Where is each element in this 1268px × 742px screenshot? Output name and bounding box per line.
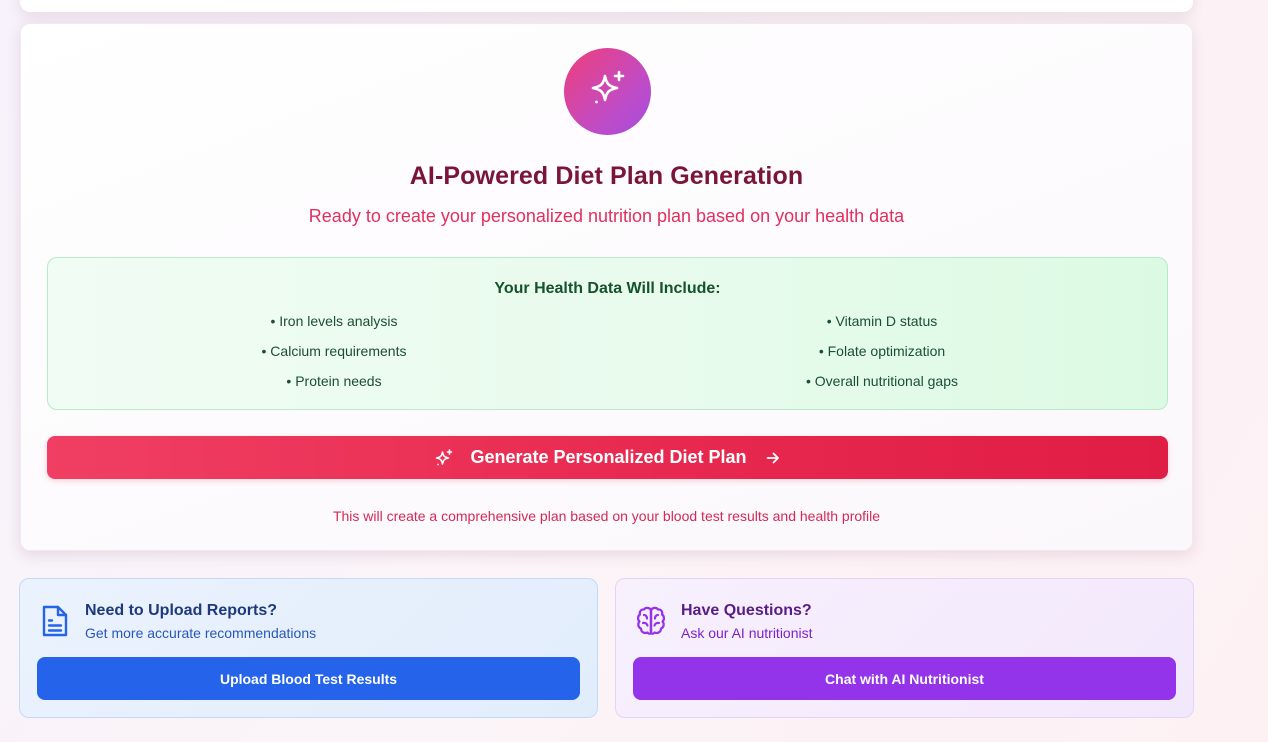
health-data-left-list: • Iron levels analysis • Calcium require…	[54, 312, 614, 402]
chat-card-subtitle: Ask our AI nutritionist	[681, 625, 813, 641]
chat-ai-nutritionist-button[interactable]: Chat with AI Nutritionist	[633, 657, 1176, 700]
upload-reports-card: Need to Upload Reports? Get more accurat…	[19, 578, 598, 718]
health-data-right-list: • Vitamin D status • Folate optimization…	[602, 312, 1162, 402]
sparkles-icon	[586, 67, 630, 116]
diet-plan-card: AI-Powered Diet Plan Generation Ready to…	[20, 23, 1193, 551]
page-subtitle: Ready to create your personalized nutrit…	[308, 206, 905, 226]
health-data-item: • Overall nutritional gaps	[806, 373, 958, 389]
upload-blood-test-button[interactable]: Upload Blood Test Results	[37, 657, 580, 700]
sparkles-badge	[564, 48, 651, 135]
have-questions-card: Have Questions? Ask our AI nutritionist …	[615, 578, 1194, 718]
upload-card-subtitle: Get more accurate recommendations	[85, 625, 317, 641]
document-icon	[38, 603, 72, 639]
health-data-item: • Vitamin D status	[826, 313, 938, 329]
generate-button-label: Generate Personalized Diet Plan	[470, 447, 747, 467]
generate-diet-plan-button[interactable]: Generate Personalized Diet Plan	[47, 436, 1168, 479]
sparkles-icon	[434, 448, 454, 468]
previous-card-edge	[20, 0, 1193, 12]
health-data-panel: Your Health Data Will Include: • Iron le…	[47, 257, 1168, 410]
health-data-item: • Protein needs	[286, 373, 382, 389]
upload-card-title: Need to Upload Reports?	[85, 602, 278, 619]
health-data-item: • Calcium requirements	[261, 343, 407, 359]
health-data-title: Your Health Data Will Include:	[494, 280, 721, 297]
chat-card-title: Have Questions?	[681, 602, 812, 619]
generate-footnote: This will create a comprehensive plan ba…	[332, 508, 881, 524]
brain-icon	[634, 603, 668, 639]
page-title: AI-Powered Diet Plan Generation	[409, 162, 804, 190]
arrow-right-icon	[765, 450, 781, 466]
health-data-item: • Iron levels analysis	[270, 313, 398, 329]
health-data-item: • Folate optimization	[818, 343, 946, 359]
